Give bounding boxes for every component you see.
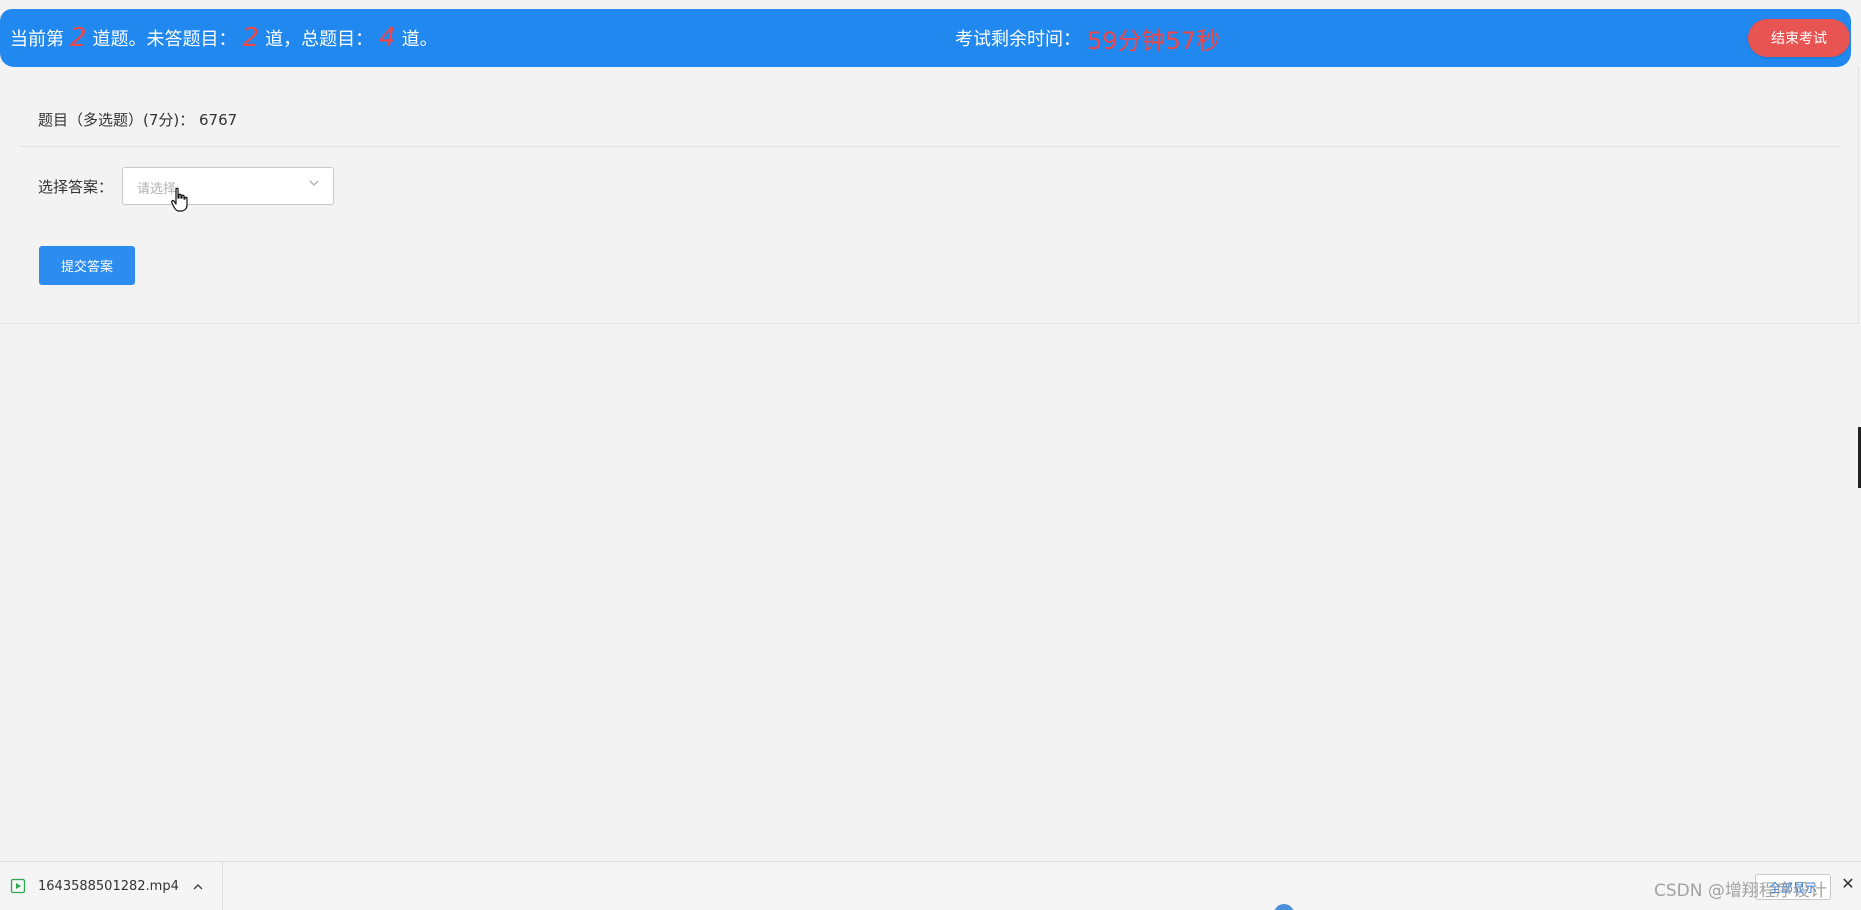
question-progress: 当前第 2 道题。未答题目： 2 道，总题目： 4 道。 — [10, 9, 438, 67]
exam-page: 当前第 2 道题。未答题目： 2 道，总题目： 4 道。 考试剩余时间： 59分… — [0, 0, 1861, 910]
answer-label: 选择答案： — [38, 178, 114, 196]
status-suffix: 道。 — [401, 29, 438, 50]
status-prefix: 当前第 — [10, 29, 64, 50]
exam-timer: 考试剩余时间： 59分钟57秒 — [955, 9, 1220, 67]
end-exam-button[interactable]: 结束考试 — [1748, 19, 1850, 57]
status-unanswered-label: 道题。未答题目： — [92, 29, 237, 50]
pointer-hand-icon — [171, 187, 188, 212]
chevron-up-icon[interactable] — [192, 881, 204, 893]
timer-value: 59分钟57秒 — [1087, 26, 1221, 55]
submit-answer-button[interactable]: 提交答案 — [39, 246, 135, 285]
divider — [19, 146, 1839, 147]
watermark: CSDN @增翔程序设计 — [1654, 881, 1827, 901]
download-bar: 1643588501282.mp4 全部显示 CSDN @增翔程序设计 ✕ — [0, 861, 1861, 910]
total-count: 4 — [379, 23, 396, 53]
status-total-label: 道，总题目： — [265, 29, 374, 50]
exam-status-bar: 当前第 2 道题。未答题目： 2 道，总题目： 4 道。 考试剩余时间： 59分… — [0, 9, 1851, 67]
close-icon[interactable]: ✕ — [1840, 876, 1856, 892]
answer-select[interactable]: 请选择 — [122, 167, 334, 205]
timer-label: 考试剩余时间： — [955, 29, 1081, 50]
download-item[interactable]: 1643588501282.mp4 — [0, 862, 223, 910]
question-title: 题目（多选题）(7分)： 6767 — [38, 111, 238, 129]
cursor-indicator — [1274, 904, 1294, 910]
download-file-name: 1643588501282.mp4 — [38, 879, 179, 894]
chevron-down-icon — [309, 180, 319, 186]
question-card: 题目（多选题）(7分)： 6767 选择答案： 请选择 提交答案 — [0, 67, 1859, 324]
current-question-number: 2 — [70, 23, 87, 53]
unanswered-count: 2 — [242, 23, 260, 53]
video-file-icon — [10, 878, 26, 894]
